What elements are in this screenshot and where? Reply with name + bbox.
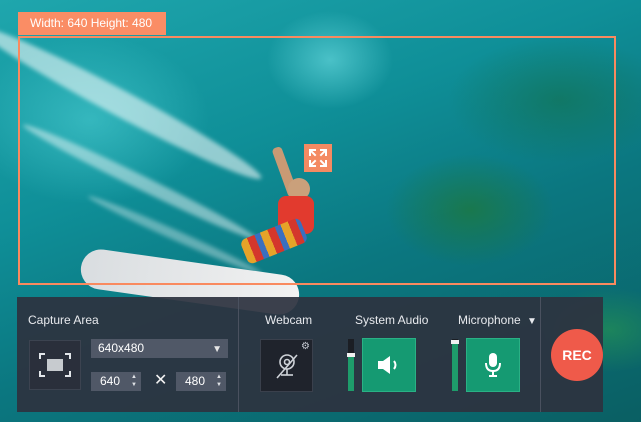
microphone-title[interactable]: Microphone ▼ (458, 313, 537, 327)
section-divider (540, 297, 541, 412)
times-symbol: ✕ (154, 372, 168, 389)
microphone-toggle-button[interactable] (466, 338, 520, 392)
width-value: 640 (100, 374, 121, 388)
record-button[interactable]: REC (551, 329, 603, 381)
width-input[interactable]: 640 ▲ ▼ (91, 372, 141, 391)
microphone-label: Microphone (458, 313, 521, 327)
microphone-icon (485, 353, 501, 377)
recording-toolbar: Capture Area 640x480 ▼ 640 ▲ ▼ ✕ 480 ▲ ▼ W… (17, 297, 603, 412)
height-input[interactable]: 480 ▲ ▼ (176, 372, 226, 391)
webcam-toggle-button[interactable]: ⚙ (260, 339, 313, 392)
webcam-disabled-icon (275, 353, 298, 379)
fullscreen-frame-icon (39, 353, 71, 377)
capture-preset-value: 640x480 (98, 341, 145, 355)
webcam-title: Webcam (265, 313, 313, 327)
expand-arrows-icon (309, 149, 327, 167)
system-audio-level-knob[interactable] (347, 353, 355, 357)
microphone-level-fill (452, 343, 458, 391)
section-divider (238, 297, 239, 412)
system-audio-toggle-button[interactable] (362, 338, 416, 392)
spin-arrows-icon[interactable]: ▲ ▼ (131, 373, 137, 389)
dropdown-caret-icon: ▼ (212, 344, 222, 355)
system-audio-title: System Audio (355, 313, 429, 327)
capture-size-label: Width: 640 Height: 480 (18, 12, 166, 35)
microphone-level[interactable] (451, 339, 459, 391)
capture-area-button[interactable] (29, 340, 81, 390)
speaker-icon (378, 356, 397, 374)
system-audio-level[interactable] (347, 339, 355, 391)
microphone-level-knob[interactable] (451, 340, 459, 344)
system-audio-level-fill (348, 355, 354, 391)
move-handle[interactable] (304, 144, 332, 172)
capture-preset-select[interactable]: 640x480 ▼ (91, 339, 228, 358)
spin-arrows-icon[interactable]: ▲ ▼ (216, 373, 222, 389)
dropdown-caret-icon[interactable]: ▼ (527, 316, 537, 327)
capture-area-title: Capture Area (28, 313, 99, 327)
height-value: 480 (185, 374, 206, 388)
gear-icon[interactable]: ⚙ (301, 341, 310, 352)
